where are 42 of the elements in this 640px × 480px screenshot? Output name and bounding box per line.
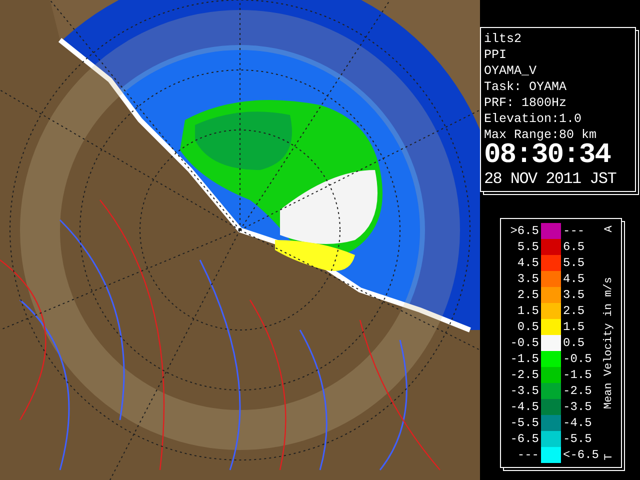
- info-line: Elevation:1.0: [484, 111, 583, 127]
- legend-low-value: 2.5: [516, 288, 539, 302]
- info-line: ilts2: [484, 31, 523, 47]
- legend-high-value: -1.5: [563, 368, 593, 382]
- legend-low-value: -1.5: [509, 352, 539, 366]
- legend-low-value: 1.5: [516, 304, 539, 318]
- legend-bottom-mark: T: [603, 454, 615, 460]
- legend-low-value: ---: [516, 448, 539, 462]
- info-line: Max Range:80 km: [484, 127, 598, 143]
- legend-high-value: -4.5: [563, 416, 593, 430]
- info-line: PRF: 1800Hz: [484, 95, 568, 111]
- legend-high-value: 5.5: [563, 256, 586, 270]
- time-label: 08:30:34: [484, 143, 612, 169]
- legend-low-value: 0.5: [516, 320, 539, 334]
- date-label: 28 NOV 2011 JST: [484, 169, 616, 189]
- info-line: Task: OYAMA: [484, 79, 568, 95]
- legend-high-value: -0.5: [563, 352, 593, 366]
- legend-low-value: -4.5: [509, 400, 539, 414]
- legend-low-value: -0.5: [509, 336, 539, 350]
- legend-high-value: 3.5: [563, 288, 586, 302]
- legend-high-value: 2.5: [563, 304, 586, 318]
- legend-high-value: 0.5: [563, 336, 586, 350]
- legend-low-value: -3.5: [509, 384, 539, 398]
- legend-high-value: -5.5: [563, 432, 593, 446]
- legend-high-value: 1.5: [563, 320, 586, 334]
- legend-low-value: >6.5: [509, 224, 539, 238]
- legend-high-value: -2.5: [563, 384, 593, 398]
- legend-low-value: -6.5: [509, 432, 539, 446]
- legend-high-value: -3.5: [563, 400, 593, 414]
- legend-low-value: 3.5: [516, 272, 539, 286]
- info-line: PPI: [484, 47, 508, 63]
- legend-low-value: 4.5: [516, 256, 539, 270]
- legend-high-value: ---: [563, 224, 586, 238]
- legend-low-value: 5.5: [516, 240, 539, 254]
- info-line: OYAMA_V: [484, 63, 538, 79]
- legend-low-value: -5.5: [509, 416, 539, 430]
- legend-top-mark: A: [603, 226, 615, 232]
- legend-title: Mean Velocity in m/s: [603, 276, 615, 410]
- legend-high-value: <-6.5: [563, 448, 599, 462]
- legend-low-value: -2.5: [509, 368, 539, 382]
- legend-high-value: 6.5: [563, 240, 586, 254]
- legend-high-value: 4.5: [563, 272, 586, 286]
